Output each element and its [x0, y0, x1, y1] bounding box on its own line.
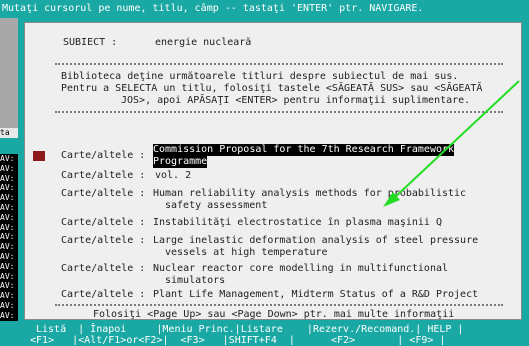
green-arrow-icon [383, 80, 520, 207]
menu-row-keys: <F1> |<Alt/F1>or<F2>| <F3> |SHIFT+F4 | <… [30, 335, 446, 346]
menu-row-labels[interactable]: Listă | Înapoi |Meniu Princ.|Listare |Re… [36, 324, 463, 335]
function-key-menu: Listă | Înapoi |Meniu Princ.|Listare |Re… [0, 324, 529, 346]
